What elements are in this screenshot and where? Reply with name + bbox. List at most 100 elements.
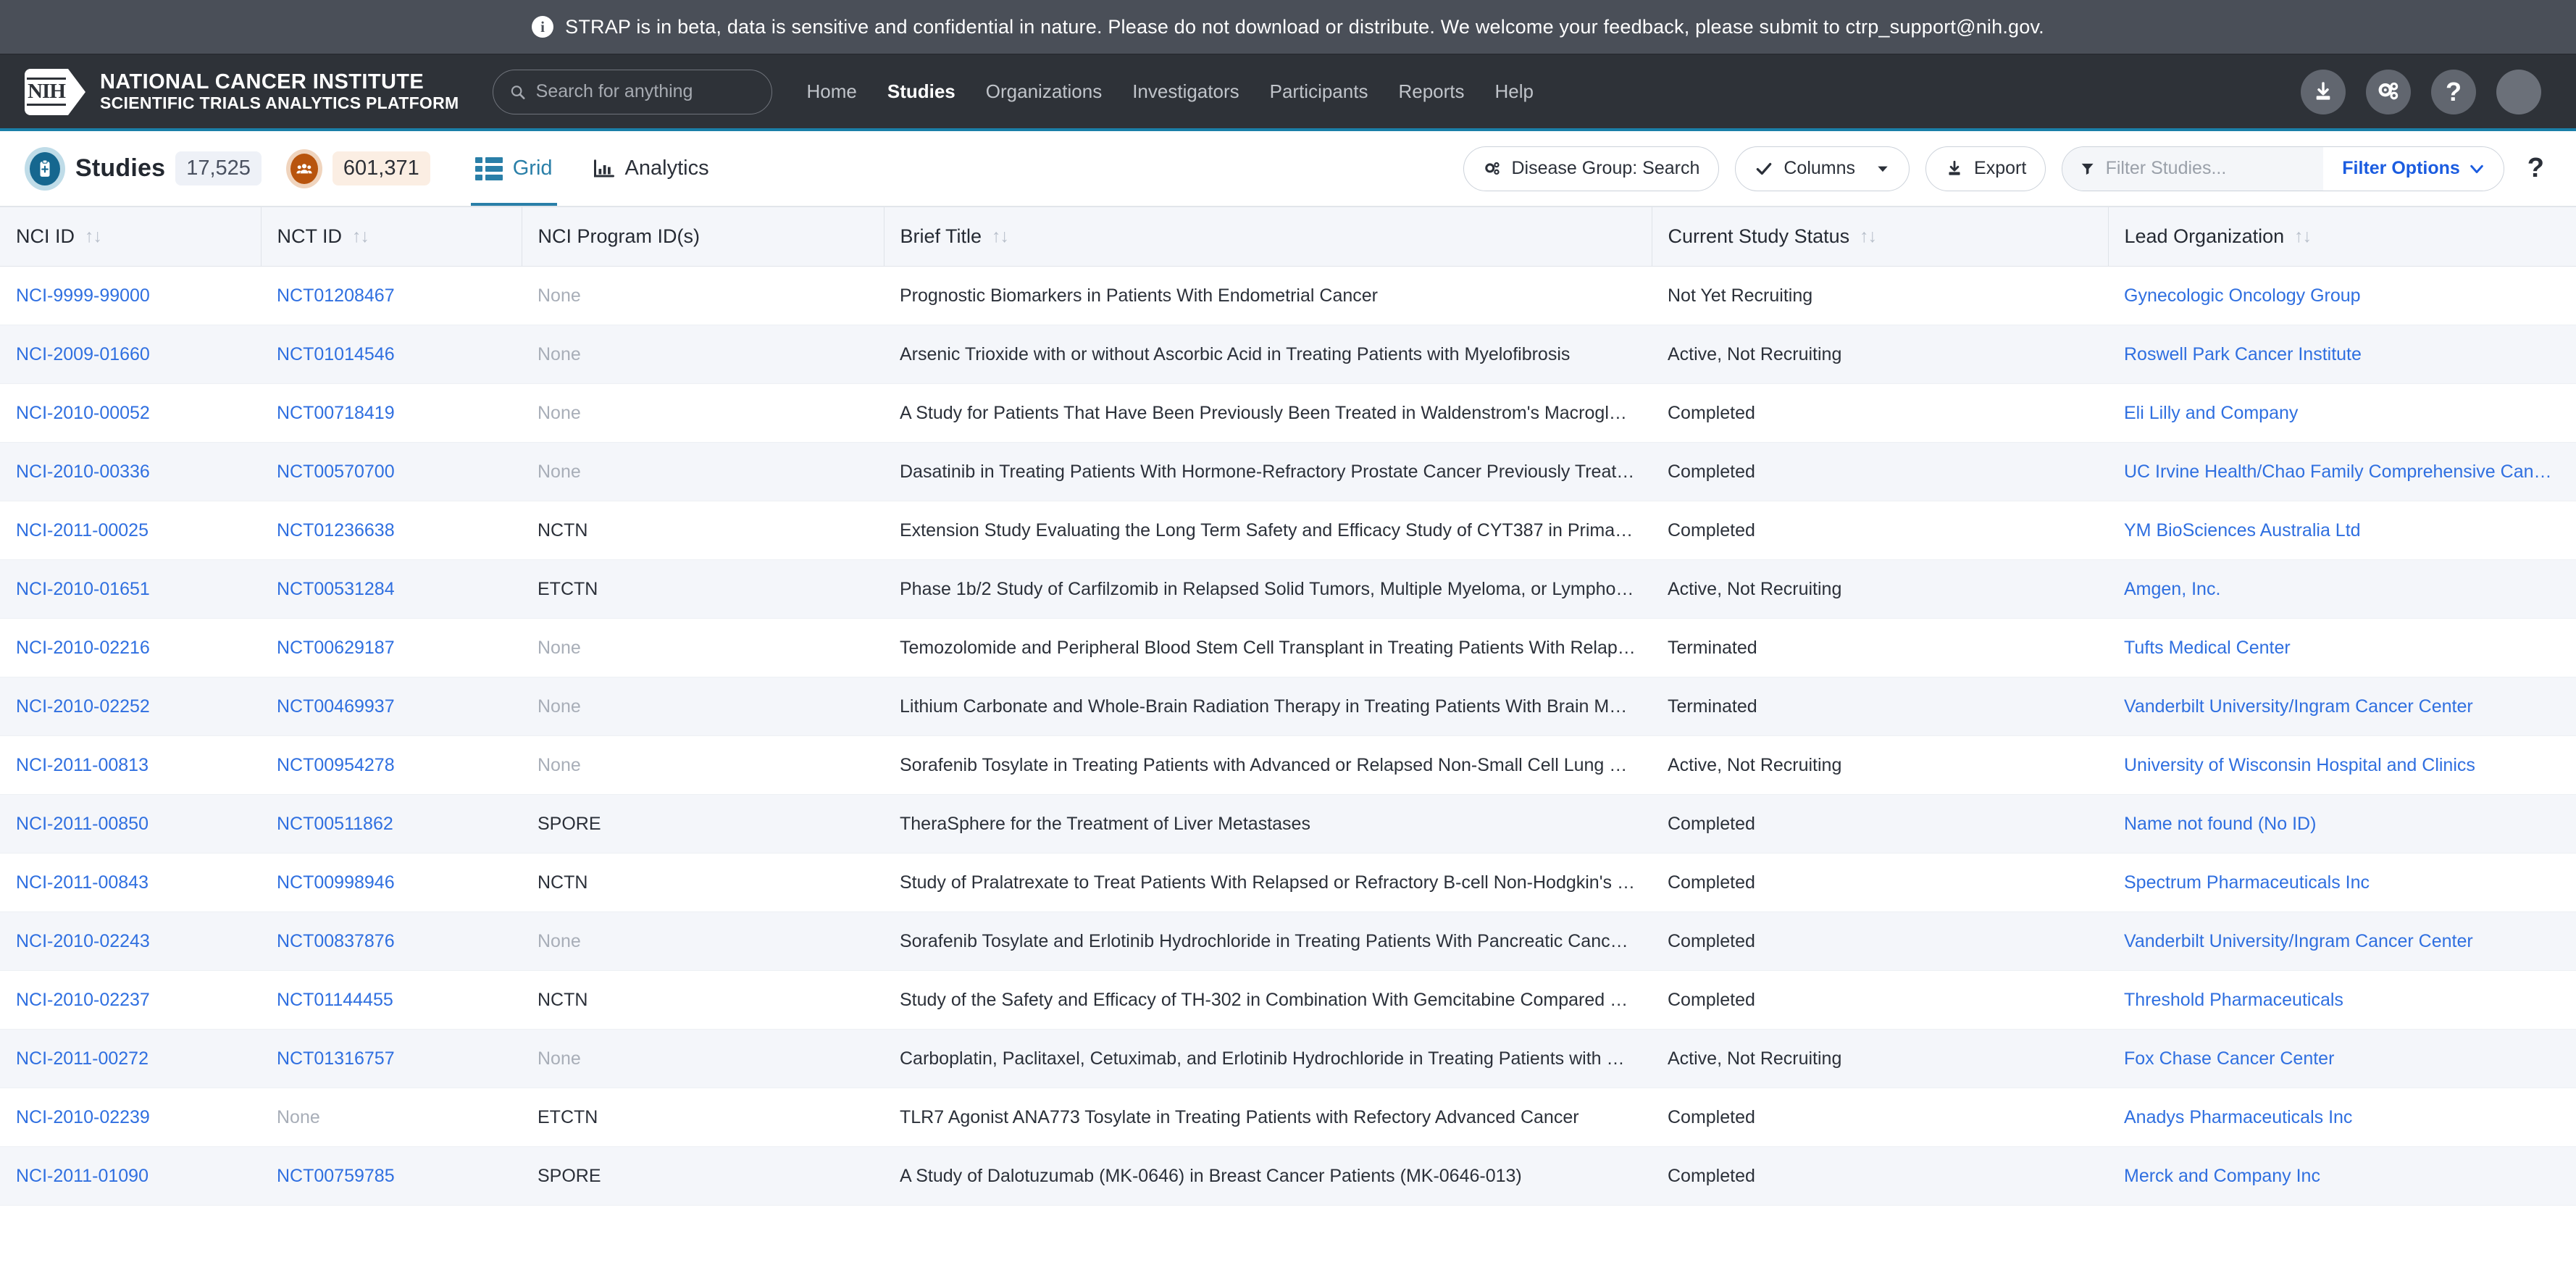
check-icon <box>1757 162 1772 175</box>
table-row[interactable]: NCI-2011-00850 NCT00511862 SPORE TheraSpher… <box>0 794 2576 854</box>
nav-item-investigators[interactable]: Investigators <box>1132 80 1239 103</box>
cell-nct-id[interactable]: NCT00998946 <box>261 853 522 912</box>
cell-lead-org[interactable]: Anadys Pharmaceuticals Inc <box>2108 1088 2576 1147</box>
cell-nci-id[interactable]: NCI-2010-02252 <box>0 677 261 736</box>
cell-nci-id[interactable]: NCI-2010-00336 <box>0 442 261 501</box>
table-row[interactable]: NCI-2010-01651 NCT00531284 ETCTN Phase 1b/2… <box>0 559 2576 619</box>
nav-item-home[interactable]: Home <box>807 80 857 103</box>
download-button[interactable] <box>2301 69 2346 114</box>
sort-toggle-brief-title[interactable]: ↑↓ <box>992 226 1009 247</box>
cell-lead-org[interactable]: Amgen, Inc. <box>2108 559 2576 619</box>
cell-nct-id[interactable]: NCT00531284 <box>261 559 522 619</box>
filter-options-dropdown[interactable]: Filter Options <box>2323 146 2504 191</box>
avatar[interactable] <box>2496 69 2541 114</box>
table-row[interactable]: NCI-2011-00272 NCT01316757 None Carboplatin… <box>0 1029 2576 1088</box>
cell-lead-org[interactable]: Tufts Medical Center <box>2108 618 2576 677</box>
cell-lead-org[interactable]: Eli Lilly and Company <box>2108 383 2576 443</box>
table-row[interactable]: NCI-2010-02216 NCT00629187 None Temozolomid… <box>0 618 2576 677</box>
nav-item-organizations[interactable]: Organizations <box>986 80 1102 103</box>
column-header-lead-org[interactable]: Lead Organization ↑↓ <box>2107 206 2576 267</box>
column-header-nci-id[interactable]: NCI ID ↑↓ <box>0 206 261 267</box>
table-row[interactable]: NCI-2009-01660 NCT01014546 None Arsenic Tri… <box>0 325 2576 384</box>
cell-nct-id[interactable]: NCT00570700 <box>261 442 522 501</box>
cell-nci-id[interactable]: NCI-2011-00850 <box>0 794 261 854</box>
cell-nct-id[interactable]: NCT00718419 <box>261 383 522 443</box>
cell-nct-id[interactable]: NCT00954278 <box>261 735 522 795</box>
cell-nci-id[interactable]: NCI-2010-00052 <box>0 383 261 443</box>
cell-nct-id[interactable]: NCT01316757 <box>261 1029 522 1088</box>
nci-logo[interactable]: NIH NATIONAL CANCER INSTITUTE SCIENTIFIC… <box>25 68 459 115</box>
cell-lead-org[interactable]: University of Wisconsin Hospital and Cli… <box>2108 735 2576 795</box>
info-icon: i <box>532 16 554 38</box>
nav-item-reports[interactable]: Reports <box>1398 80 1464 103</box>
nav-item-studies[interactable]: Studies <box>887 80 955 103</box>
table-row[interactable]: NCI-2010-00336 NCT00570700 None Dasatinib i… <box>0 442 2576 501</box>
cell-lead-org[interactable]: YM BioSciences Australia Ltd <box>2108 501 2576 560</box>
cell-nct-id[interactable]: NCT00629187 <box>261 618 522 677</box>
cell-lead-org[interactable]: Vanderbilt University/Ingram Cancer Cent… <box>2108 677 2576 736</box>
table-row[interactable]: NCI-2010-02237 NCT01144455 NCTN Study of th… <box>0 970 2576 1030</box>
columns-button[interactable]: Columns <box>1735 146 1910 191</box>
table-row[interactable]: NCI-9999-99000 NCT01208467 None Prognostic … <box>0 266 2576 325</box>
help-button[interactable]: ? <box>2431 69 2476 114</box>
cell-nci-id[interactable]: NCI-2010-02237 <box>0 970 261 1030</box>
sort-toggle-lead-org[interactable]: ↑↓ <box>2294 226 2312 247</box>
table-row[interactable]: NCI-2011-00025 NCT01236638 NCTN Extension S… <box>0 501 2576 560</box>
cell-nct-id[interactable]: NCT01236638 <box>261 501 522 560</box>
cell-nci-id[interactable]: NCI-2011-00025 <box>0 501 261 560</box>
sort-toggle-nci-id[interactable]: ↑↓ <box>85 226 102 247</box>
column-header-program-id[interactable]: NCI Program ID(s) <box>521 206 884 267</box>
cell-nci-id[interactable]: NCI-2009-01660 <box>0 325 261 384</box>
cell-lead-org[interactable]: Name not found (No ID) <box>2108 794 2576 854</box>
cell-nci-id[interactable]: NCI-2011-00843 <box>0 853 261 912</box>
table-row[interactable]: NCI-2011-01090 NCT00759785 SPORE A Study of… <box>0 1146 2576 1206</box>
search-input[interactable] <box>535 81 756 102</box>
table-row[interactable]: NCI-2010-02243 NCT00837876 None Sorafenib T… <box>0 911 2576 971</box>
global-search[interactable] <box>492 69 772 114</box>
cell-lead-org[interactable]: Merck and Company Inc <box>2108 1146 2576 1206</box>
filter-studies-input[interactable] <box>2105 158 2307 179</box>
cell-nci-id[interactable]: NCI-2010-02243 <box>0 911 261 971</box>
settings-button[interactable] <box>2366 69 2411 114</box>
sort-toggle-status[interactable]: ↑↓ <box>1860 226 1877 247</box>
cell-lead-org[interactable]: Gynecologic Oncology Group <box>2108 266 2576 325</box>
nav-item-help[interactable]: Help <box>1495 80 1534 103</box>
cell-lead-org[interactable]: Spectrum Pharmaceuticals Inc <box>2108 853 2576 912</box>
cell-lead-org[interactable]: Vanderbilt University/Ingram Cancer Cent… <box>2108 911 2576 971</box>
cell-nci-id[interactable]: NCI-2010-02239 <box>0 1088 261 1147</box>
cell-nct-id[interactable]: NCT00759785 <box>261 1146 522 1206</box>
table-row[interactable]: NCI-2010-00052 NCT00718419 None A Study for… <box>0 383 2576 443</box>
column-header-nct-id[interactable]: NCT ID ↑↓ <box>260 206 522 267</box>
cell-nct-id[interactable]: NCT01144455 <box>261 970 522 1030</box>
cell-nct-id[interactable]: NCT01014546 <box>261 325 522 384</box>
cell-nci-id[interactable]: NCI-2010-01651 <box>0 559 261 619</box>
column-header-brief-title[interactable]: Brief Title ↑↓ <box>883 206 1652 267</box>
table-row[interactable]: NCI-2011-00813 NCT00954278 None Sorafenib T… <box>0 735 2576 795</box>
cell-lead-org[interactable]: Roswell Park Cancer Institute <box>2108 325 2576 384</box>
cell-lead-org[interactable]: Threshold Pharmaceuticals <box>2108 970 2576 1030</box>
cell-nci-id[interactable]: NCI-2010-02216 <box>0 618 261 677</box>
sort-toggle-nct-id[interactable]: ↑↓ <box>352 226 369 247</box>
cell-nct-id[interactable]: NCT01208467 <box>261 266 522 325</box>
tab-grid[interactable]: Grid <box>470 131 557 206</box>
cell-nct-id[interactable]: NCT00837876 <box>261 911 522 971</box>
cell-nci-id[interactable]: NCI-2011-00272 <box>0 1029 261 1088</box>
cell-lead-org[interactable]: Fox Chase Cancer Center <box>2108 1029 2576 1088</box>
column-header-status[interactable]: Current Study Status ↑↓ <box>1651 206 2108 267</box>
cell-nct-id[interactable]: NCT00469937 <box>261 677 522 736</box>
cell-nct-id[interactable]: NCT00511862 <box>261 794 522 854</box>
filter-help-icon[interactable]: ? <box>2527 153 2544 184</box>
export-button[interactable]: Export <box>1925 146 2046 191</box>
table-row[interactable]: NCI-2010-02252 NCT00469937 None Lithium Car… <box>0 677 2576 736</box>
filter-studies-field[interactable] <box>2062 146 2324 191</box>
cell-program-id: SPORE <box>522 794 884 854</box>
table-row[interactable]: NCI-2011-00843 NCT00998946 NCTN Study of Pr… <box>0 853 2576 912</box>
table-row[interactable]: NCI-2010-02239 None ETCTN TLR7 Agonist ANA7… <box>0 1088 2576 1147</box>
tab-analytics[interactable]: Analytics <box>589 131 714 206</box>
cell-nci-id[interactable]: NCI-9999-99000 <box>0 266 261 325</box>
nav-item-participants[interactable]: Participants <box>1270 80 1368 103</box>
cell-nci-id[interactable]: NCI-2011-00813 <box>0 735 261 795</box>
cell-nci-id[interactable]: NCI-2011-01090 <box>0 1146 261 1206</box>
cell-lead-org[interactable]: UC Irvine Health/Chao Family Comprehensi… <box>2108 442 2576 501</box>
disease-group-button[interactable]: Disease Group: Search <box>1463 146 1720 191</box>
